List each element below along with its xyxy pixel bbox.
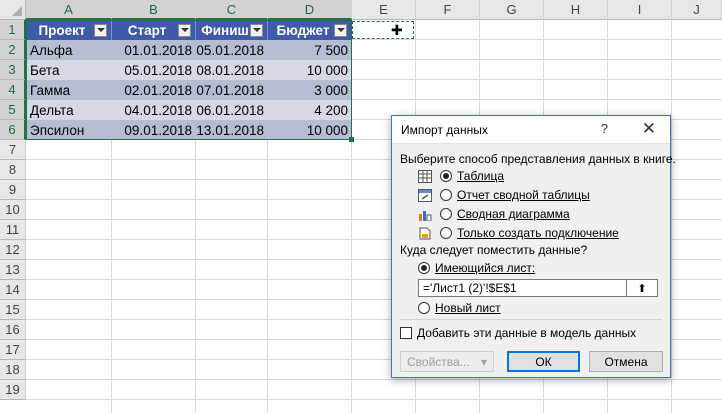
option-pivot-chart[interactable]: Сводная диаграмма [418, 207, 570, 221]
row-header[interactable]: 6 [0, 120, 26, 140]
close-icon[interactable]: ✕ [642, 119, 656, 139]
divider [400, 319, 662, 320]
column-header-c[interactable]: C [196, 0, 268, 20]
row-header[interactable]: 11 [0, 220, 26, 240]
help-icon[interactable]: ? [601, 121, 608, 136]
dropdown-arrow-icon: ▾ [480, 354, 487, 369]
column-header-h[interactable]: H [544, 0, 608, 20]
column-header-i[interactable]: I [608, 0, 672, 20]
option-label: Новый лист [435, 301, 501, 315]
row-header[interactable]: 5 [0, 100, 26, 120]
select-all-corner[interactable] [0, 0, 26, 20]
location-prompt: Куда следует поместить данные? [400, 243, 588, 257]
option-connection-only[interactable]: Только создать подключение [418, 226, 619, 240]
option-new-sheet[interactable]: Новый лист [418, 301, 501, 315]
option-label: Только создать подключение [457, 226, 619, 240]
import-data-dialog: Импорт данных ? ✕ Выберите способ предст… [391, 115, 676, 378]
fill-handle[interactable] [349, 137, 354, 142]
row-header[interactable]: 10 [0, 200, 26, 220]
reference-field[interactable]: ='Лист1 (2)'!$E$1 ⬆ [418, 279, 658, 297]
option-label: Отчет сводной таблицы [457, 188, 590, 202]
radio-connection-only[interactable] [440, 227, 452, 239]
cancel-button[interactable]: Отмена [589, 351, 663, 372]
column-header-g[interactable]: G [480, 0, 544, 20]
row-header[interactable]: 3 [0, 60, 26, 80]
row-header[interactable]: 17 [0, 340, 26, 360]
properties-label: Свойства... [407, 354, 470, 369]
row-header[interactable]: 1 [0, 20, 26, 40]
dialog-titlebar[interactable]: Импорт данных ? ✕ [392, 116, 670, 144]
cell-cursor-icon: ✚ [391, 22, 403, 38]
column-header-e[interactable]: E [352, 0, 416, 20]
reference-value[interactable]: ='Лист1 (2)'!$E$1 [419, 281, 626, 295]
ok-button[interactable]: ОК [507, 351, 580, 372]
column-header-b[interactable]: B [112, 0, 196, 20]
column-header-j[interactable]: J [672, 0, 722, 20]
option-existing-sheet[interactable]: Имеющийся лист: [418, 261, 535, 275]
view-prompt: Выберите способ представления данных в к… [400, 152, 676, 166]
add-to-model-checkbox[interactable] [400, 327, 412, 339]
option-label: Таблица [457, 169, 505, 183]
row-header[interactable]: 9 [0, 180, 26, 200]
row-header[interactable]: 18 [0, 360, 26, 380]
column-header-a[interactable]: A [26, 0, 112, 20]
copy-marquee [25, 19, 352, 140]
radio-new-sheet[interactable] [418, 302, 430, 314]
radio-table[interactable] [440, 170, 452, 182]
row-header[interactable]: 4 [0, 80, 26, 100]
collapse-dialog-icon[interactable]: ⬆ [626, 280, 657, 296]
row-header[interactable]: 19 [0, 380, 26, 400]
row-header[interactable]: 12 [0, 240, 26, 260]
row-header[interactable]: 13 [0, 260, 26, 280]
target-cell-marquee[interactable] [352, 21, 414, 39]
dialog-title: Импорт данных [401, 122, 488, 137]
radio-existing-sheet[interactable] [418, 262, 430, 274]
checkbox-label: Добавить эти данные в модель данных [417, 326, 637, 340]
option-label: Имеющийся лист: [435, 261, 536, 275]
column-header-d[interactable]: D [268, 0, 352, 20]
row-header[interactable]: 14 [0, 280, 26, 300]
row-header[interactable]: 8 [0, 160, 26, 180]
pivot-table-icon [418, 188, 432, 202]
option-label: Сводная диаграмма [457, 207, 570, 221]
option-table[interactable]: Таблица [418, 169, 504, 183]
properties-button[interactable]: Свойства... ▾ [400, 351, 494, 372]
column-header-f[interactable]: F [416, 0, 480, 20]
row-header[interactable]: 2 [0, 40, 26, 60]
table-icon [418, 169, 432, 183]
option-pivot-table[interactable]: Отчет сводной таблицы [418, 188, 590, 202]
row-header[interactable]: 7 [0, 140, 26, 160]
connection-icon [418, 227, 432, 240]
row-header[interactable]: 15 [0, 300, 26, 320]
radio-pivot-chart[interactable] [440, 208, 452, 220]
add-to-data-model[interactable]: Добавить эти данные в модель данных [400, 326, 636, 340]
radio-pivot-table[interactable] [440, 189, 452, 201]
row-header[interactable]: 16 [0, 320, 26, 340]
pivot-chart-icon [418, 208, 432, 221]
